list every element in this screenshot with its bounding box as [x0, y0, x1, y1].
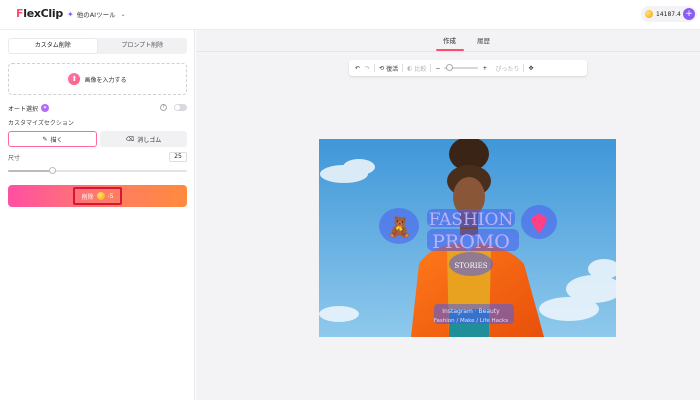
zoom-slider-thumb[interactable] [446, 64, 454, 71]
ai-tools-label: 他のAIツール [76, 11, 116, 19]
eraser-icon: ⌫ [125, 135, 135, 143]
canvas-image[interactable]: 🧸 FASHION PROMO STORIES Instagram · Beau… [319, 139, 616, 337]
coin-icon [645, 10, 653, 18]
brush-size-slider[interactable] [8, 167, 187, 174]
tab-history[interactable]: 履歴 [477, 35, 490, 45]
erase-cost: -5 [107, 192, 114, 200]
stories-text: STORIES [454, 262, 487, 270]
pencil-icon: ✎ [42, 135, 48, 143]
brush-size-row: 尺寸 25 [8, 152, 187, 163]
photo-illustration: 🧸 FASHION PROMO STORIES Instagram · Beau… [319, 139, 616, 337]
ai-tools-dropdown[interactable]: ✦ 他のAIツール ⌄ [67, 9, 126, 20]
zoom-out-icon[interactable]: − [435, 65, 440, 72]
promo-text: PROMO [432, 231, 510, 253]
brush-size-label: 尺寸 [8, 155, 21, 162]
draw-tool-label: 描く [50, 136, 63, 144]
erase-button-highlight: 削除 -5 [73, 187, 122, 205]
canvas-toolbar: ↶ ↷ ⟲ 復活 ◐ 比較 − + ぴったり ✥ [349, 60, 587, 76]
workspace-tabs: 作成 履歴 [196, 30, 700, 52]
brush-size-input[interactable]: 25 [169, 152, 187, 162]
flexclip-logo[interactable]: FlexClip [16, 7, 63, 20]
brush-tools: ✎ 描く ⌫ 消しゴム [8, 131, 187, 147]
upload-image-button[interactable]: ⬆ 画像を入力する [8, 63, 187, 95]
chevron-down-icon: ⌄ [120, 10, 126, 18]
tab-create[interactable]: 作成 [443, 35, 456, 45]
undo-icon[interactable]: ↶ [355, 65, 360, 72]
brush-size-slider-thumb[interactable] [49, 167, 57, 174]
workspace: 作成 履歴 ↶ ↷ ⟲ 復活 ◐ 比較 − + ぴったり ✥ 🧸 FASHION… [196, 30, 700, 400]
teddy-sticker: 🧸 [387, 215, 412, 239]
redo-icon[interactable]: ↷ [365, 65, 370, 72]
reset-icon: ⟲ [379, 64, 385, 72]
brush-size-slider-fill [8, 170, 53, 172]
instagram-text: Instagram · Beauty [442, 308, 500, 315]
add-credits-button[interactable]: + [683, 8, 695, 20]
upload-icon: ⬆ [68, 73, 81, 85]
active-tab-indicator [436, 49, 464, 51]
left-panel: カスタム削除 プロンプト削除 ⬆ 画像を入力する オート選択 ✦ ? カスタマイ… [0, 30, 195, 400]
compare-button[interactable]: ◐ 比較 [407, 64, 426, 73]
tab-custom-erase[interactable]: カスタム削除 [9, 39, 97, 53]
coin-icon [96, 192, 105, 200]
toolbar-divider [374, 64, 376, 72]
compare-label: 比較 [414, 65, 427, 73]
tab-prompt-erase[interactable]: プロンプト削除 [99, 39, 187, 53]
zoom-slider[interactable] [444, 64, 479, 71]
sparkle-icon: ✦ [67, 9, 74, 19]
eraser-tool-label: 消しゴム [137, 136, 162, 144]
move-icon[interactable]: ✥ [528, 65, 533, 72]
credits-value: 14187.4 [656, 10, 681, 18]
erase-button[interactable]: 削除 -5 [8, 185, 187, 207]
app-header: FlexClip ✦ 他のAIツール ⌄ 14187.4 + [0, 0, 700, 30]
logo-text: lexClip [23, 7, 63, 20]
tags-text: Fashion / Make / Life Hacks [434, 318, 508, 324]
draw-tool-button[interactable]: ✎ 描く [8, 131, 97, 147]
reset-button[interactable]: ⟲ 復活 [379, 64, 398, 73]
reset-label: 復活 [386, 65, 399, 73]
zoom-fit-button[interactable]: ぴったり [495, 64, 519, 73]
fashion-text: FASHION [429, 210, 514, 230]
compare-icon: ◐ [407, 64, 413, 72]
auto-select-toggle[interactable] [174, 104, 187, 111]
toolbar-divider [402, 64, 404, 72]
erase-label: 削除 [81, 193, 94, 201]
toolbar-divider [523, 64, 525, 72]
upload-label: 画像を入力する [84, 76, 127, 84]
customize-section-label: カスタマイズセクション [8, 120, 74, 127]
credits-balance[interactable]: 14187.4 + [641, 6, 697, 22]
zoom-in-icon[interactable]: + [482, 65, 487, 72]
mode-tabs: カスタム削除 プロンプト削除 [8, 38, 187, 54]
auto-select-label: オート選択 [8, 105, 39, 113]
eraser-tool-button[interactable]: ⌫ 消しゴム [100, 131, 187, 147]
auto-select-row: オート選択 ✦ ? [8, 102, 187, 114]
toolbar-divider [430, 64, 432, 72]
ai-badge-icon: ✦ [41, 104, 50, 112]
help-icon[interactable]: ? [160, 104, 167, 111]
